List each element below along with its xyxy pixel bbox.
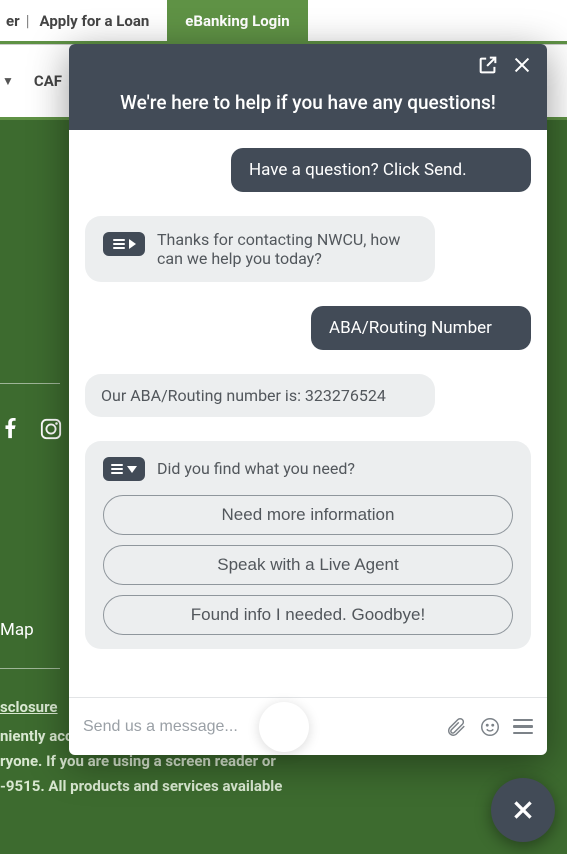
- ebanking-login-tab[interactable]: eBanking Login: [167, 0, 307, 41]
- footer-text-3: -9515. All products and services availab…: [0, 775, 282, 798]
- user-message: ABA/Routing Number: [311, 306, 531, 350]
- nav-caret-icon[interactable]: ▼: [2, 74, 14, 88]
- disclosure-link[interactable]: sclosure: [0, 696, 58, 719]
- attachment-icon[interactable]: [445, 716, 467, 738]
- menu-list-icon[interactable]: [103, 232, 145, 256]
- nav-item-partial[interactable]: CAF: [34, 72, 62, 90]
- bot-message: Thanks for contacting NWCU, how can we h…: [85, 216, 435, 282]
- user-message: Have a question? Click Send.: [231, 148, 531, 192]
- footer-map-link[interactable]: Map: [0, 620, 34, 640]
- close-chat-fab[interactable]: [491, 778, 555, 842]
- apply-loan-link[interactable]: Apply for a Loan: [34, 12, 156, 30]
- popout-icon[interactable]: [477, 54, 499, 80]
- option-goodbye[interactable]: Found info I needed. Goodbye!: [103, 595, 513, 635]
- menu-list-icon[interactable]: [103, 457, 145, 481]
- social-icons: [0, 418, 62, 444]
- followup-options: Did you find what you need? Need more in…: [85, 441, 531, 649]
- top-bar: er | Apply for a Loan eBanking Login: [0, 0, 567, 44]
- bot-text: Our ABA/Routing number is: 323276524: [101, 386, 386, 405]
- facebook-icon[interactable]: [0, 418, 22, 444]
- chat-window: We're here to help if you have any quest…: [69, 44, 547, 755]
- scroll-indicator[interactable]: [259, 702, 309, 752]
- followup-question: Did you find what you need?: [157, 459, 355, 478]
- bot-message: Our ABA/Routing number is: 323276524: [85, 374, 435, 417]
- chat-body: Have a question? Click Send. Thanks for …: [69, 130, 547, 697]
- bot-text: Thanks for contacting NWCU, how can we h…: [157, 230, 417, 268]
- option-live-agent[interactable]: Speak with a Live Agent: [103, 545, 513, 585]
- separator: |: [26, 11, 30, 30]
- chat-menu-icon[interactable]: [513, 719, 533, 735]
- top-link-partial[interactable]: er: [0, 12, 26, 30]
- chat-title: We're here to help if you have any quest…: [120, 91, 496, 114]
- chat-header: We're here to help if you have any quest…: [69, 44, 547, 130]
- emoji-icon[interactable]: [479, 716, 501, 738]
- option-more-info[interactable]: Need more information: [103, 495, 513, 535]
- instagram-icon[interactable]: [40, 418, 62, 444]
- close-icon[interactable]: [511, 54, 533, 80]
